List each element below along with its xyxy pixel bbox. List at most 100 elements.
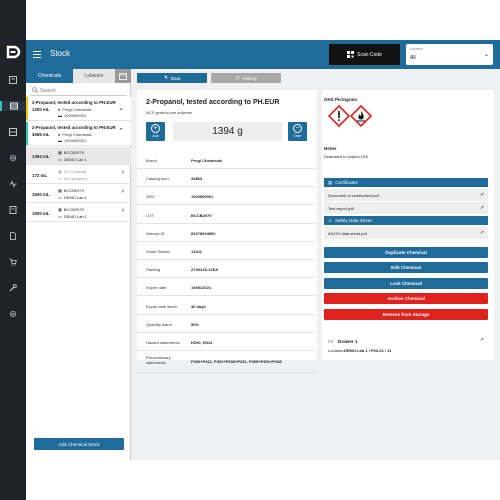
lot-number: BCCB2979 — [63, 188, 84, 193]
drawer-card: ▭ Drawer 1 Location: DEMO Lab 1 / P03-01… — [324, 334, 488, 356]
chemical-name: 2-Propanol, tested according to PH.EUR — [32, 125, 116, 130]
list-item[interactable]: 2-Propanol, tested according to PH.EUR 1… — [26, 97, 131, 121]
property-label: Expiry date alarm — [146, 303, 178, 309]
sds-label: Safety Data Sheet — [335, 218, 372, 223]
stock-location: DEMO Lab 1 — [63, 214, 87, 219]
list-item[interactable]: 2-Propanol, tested according to PH.EUR 4… — [26, 122, 131, 146]
top-margin — [0, 0, 500, 40]
location-row: ▭ Not assigned — [58, 176, 87, 181]
stock-icon[interactable] — [0, 101, 26, 111]
property-row: Hazard statements H290, H314 — [137, 335, 317, 351]
ghs-pictograms — [328, 105, 372, 128]
remove-from-storage-button[interactable]: Remove from Storage — [324, 309, 488, 320]
barcode-icon: ▦ — [58, 188, 62, 193]
duplicate-chemical-button[interactable]: Duplicate Chemical — [324, 247, 488, 258]
tab-labware[interactable]: Labware — [73, 69, 115, 83]
scan-code-button[interactable]: Scan Code — [329, 44, 400, 65]
collapse-panel-icon[interactable] — [115, 69, 131, 83]
top-bar: Stock Scan Code Location All ⌄ JN — [26, 40, 500, 69]
info-panel: GHS Pictogram Notes Dedicated to project… — [322, 90, 494, 360]
scan-code-label: Scan Code — [357, 51, 382, 58]
chemical-detail-card: 2-Propanol, tested according to PH.EUR A… — [137, 90, 317, 374]
plus-icon: + — [151, 124, 160, 133]
stock-row[interactable]: 1500 mL ▦ BCCB2979 ▭ DEMO Lab 1 › — [26, 204, 131, 222]
chemical-quantity: 1200 mL — [32, 107, 50, 112]
add-label: Add — [152, 134, 159, 138]
property-value: 1003900001 — [191, 194, 214, 200]
open-external-icon[interactable]: ↗ — [480, 337, 484, 343]
search-icon — [32, 87, 38, 93]
edit-chemical-button[interactable]: Edit Chemical — [324, 262, 488, 273]
inventory-icon[interactable] — [7, 127, 19, 137]
add-quantity-button[interactable]: + Add — [146, 122, 165, 141]
ghs-label: GHS Pictogram — [324, 97, 358, 102]
barcode-icon: ▦ — [58, 150, 62, 155]
notes-label: Notes — [324, 146, 337, 151]
property-value: 83478934892 — [191, 230, 216, 236]
nav-rail — [0, 0, 26, 500]
stock-row[interactable]: 172 mL ▦ LOT missing ▭ Not assigned › — [26, 166, 131, 184]
stock-row[interactable]: 1500 mL ▦ BCCB2979 ▭ DEMO Lab 1 › — [26, 185, 131, 203]
property-label: Smart Sticker — [146, 249, 171, 254]
hamburger-menu-icon[interactable] — [33, 50, 43, 59]
lot-row: ▦ BCCB2979 — [58, 188, 84, 193]
open-external-icon: ↗ — [479, 230, 484, 236]
lock-chemical-button[interactable]: Lock Chemical — [324, 278, 488, 289]
tab-history[interactable]: ◷ History — [211, 73, 281, 83]
chemical-title: 2-Propanol, tested according to PH.EUR — [146, 99, 280, 106]
take-quantity-button[interactable]: − Take — [288, 122, 307, 141]
supplier-icon: ● — [58, 107, 61, 112]
stock-quantity: 1394 mL — [32, 154, 50, 159]
property-value: 30 days — [191, 303, 206, 309]
drawer-location: DEMO Lab 1 / P03-01 / 11 — [344, 348, 392, 353]
lot-number: BCCB2979 — [63, 150, 84, 155]
tab-chemicals[interactable]: Chemicals — [26, 69, 73, 83]
sds-file[interactable]: A947H data sheet.pdf ↗ — [324, 227, 488, 239]
drawer-location-prefix: Location: — [328, 348, 345, 353]
tools-icon[interactable] — [7, 283, 19, 293]
product-code: 1003900001 — [64, 113, 87, 118]
quantity-display: 1394 g — [173, 122, 282, 141]
notes-text: Dedicated to project LEK — [324, 154, 369, 159]
list-tabs: Chemicals Labware — [26, 69, 131, 83]
property-value: 11102 — [191, 249, 202, 254]
settings-icon[interactable] — [7, 153, 19, 163]
location-row: ▭ DEMO Lab 1 — [58, 157, 87, 162]
stock-location: DEMO Lab 1 — [63, 195, 87, 200]
chevron-down-icon: ⌄ — [483, 52, 489, 58]
supplier-name: Pregl Chemicals — [62, 107, 92, 112]
property-value: H290, H314 — [191, 340, 213, 345]
cart-icon[interactable] — [7, 257, 19, 267]
activity-icon[interactable] — [7, 179, 19, 189]
property-value: 50% — [191, 321, 200, 327]
certificate-file[interactable]: Test report.pdf ↗ — [324, 202, 488, 214]
property-row: Internal ID 83478934892 — [137, 226, 317, 242]
location-select[interactable]: Location All ⌄ — [406, 44, 493, 65]
property-row: Quantity alarm 50% — [137, 317, 317, 333]
sds-header: ⚠ Safety Data Sheet — [324, 216, 488, 225]
archive-chemical-button[interactable]: Archive Chemical — [324, 293, 488, 304]
search-placeholder: Search — [40, 88, 56, 94]
property-row: SKU 1003900001 — [137, 189, 317, 206]
property-label: SKU — [146, 194, 155, 200]
stock-row[interactable]: 1394 mL ▦ BCCB2979 ▭ DEMO Lab 1 — [26, 147, 131, 165]
qr-code-icon — [347, 51, 355, 58]
property-row: Smart Sticker 11102 — [137, 244, 317, 260]
file-name: Test report.pdf — [328, 206, 354, 211]
chevron-down-icon: ⌄ — [118, 105, 124, 112]
tab-data[interactable]: ⚗ Data — [137, 73, 207, 83]
certificates-header: ▤ Certificates — [324, 178, 488, 187]
chevron-right-icon: › — [121, 207, 124, 214]
chevron-right-icon: › — [121, 169, 124, 176]
documents-icon[interactable] — [7, 231, 19, 241]
dashboard-icon[interactable] — [7, 75, 19, 85]
bottom-margin — [26, 460, 500, 500]
certificate-file[interactable]: Document of certification.pdf ↗ — [324, 189, 488, 201]
supplier-icon: ● — [58, 132, 61, 137]
add-chemical-stock-button[interactable]: Add Chemical Stock — [34, 438, 124, 450]
orders-icon[interactable] — [7, 205, 19, 215]
property-value: Z740219-12EA — [191, 267, 219, 273]
code-row: ▬ 1003900001 — [58, 138, 86, 143]
gear-icon[interactable] — [7, 309, 19, 319]
search-input[interactable]: Search — [30, 85, 127, 96]
